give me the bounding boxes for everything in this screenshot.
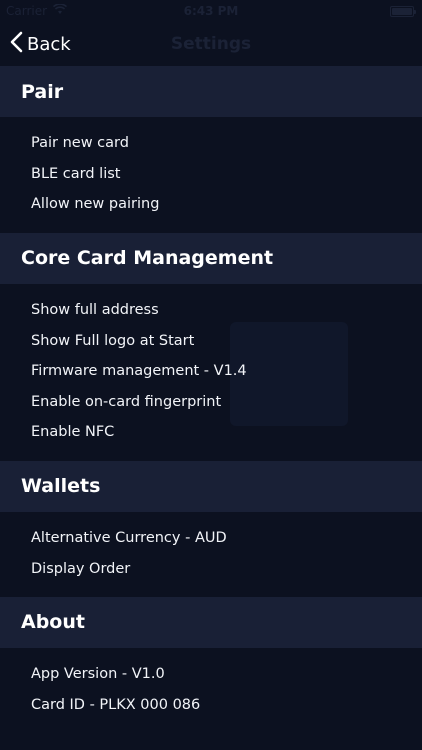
row-show-full-logo[interactable]: Show Full logo at Start [0, 325, 422, 356]
section-header-about: About [0, 596, 422, 648]
row-app-version: App Version - V1.0 [31, 666, 165, 683]
wifi-icon [52, 3, 68, 18]
section-body-pair: Pair new card BLE card list Allow new pa… [0, 117, 422, 233]
section-header-core-card-management: Core Card Management [0, 232, 422, 284]
section-body-about: App Version - V1.0 Card ID - PLKX 000 08… [0, 648, 422, 733]
section-body-core-card-management: Show full address Show Full logo at Star… [0, 284, 422, 461]
row-enable-fingerprint[interactable]: Enable on-card fingerprint [0, 387, 422, 418]
row-firmware-management[interactable]: Firmware management - V1.4 [0, 356, 422, 387]
settings-list: Pair Pair new card BLE card list Allow n… [0, 66, 422, 733]
row-enable-nfc[interactable]: Enable NFC [0, 417, 422, 448]
status-bar: Carrier 6:43 PM [0, 0, 422, 22]
row-ble-card-list[interactable]: BLE card list [0, 159, 422, 190]
battery-icon [390, 5, 416, 17]
section-header-pair: Pair [0, 66, 422, 117]
row-allow-new-pairing[interactable]: Allow new pairing [0, 189, 422, 220]
navigation-bar: Back Settings [0, 22, 422, 66]
page-title: Settings [170, 34, 252, 54]
section-header-wallets: Wallets [0, 460, 422, 512]
row-display-order[interactable]: Display Order [0, 553, 422, 584]
row-alternative-currency[interactable]: Alternative Currency - AUD [0, 523, 422, 554]
status-left: Carrier [6, 3, 68, 18]
row-show-full-address[interactable]: Show full address [0, 295, 422, 326]
carrier-label: Carrier [6, 4, 48, 18]
row-pair-new-card[interactable]: Pair new card [0, 128, 422, 159]
row-card-id: Card ID - PLKX 000 086 [31, 696, 201, 713]
section-body-wallets: Alternative Currency - AUD Display Order [0, 512, 422, 597]
